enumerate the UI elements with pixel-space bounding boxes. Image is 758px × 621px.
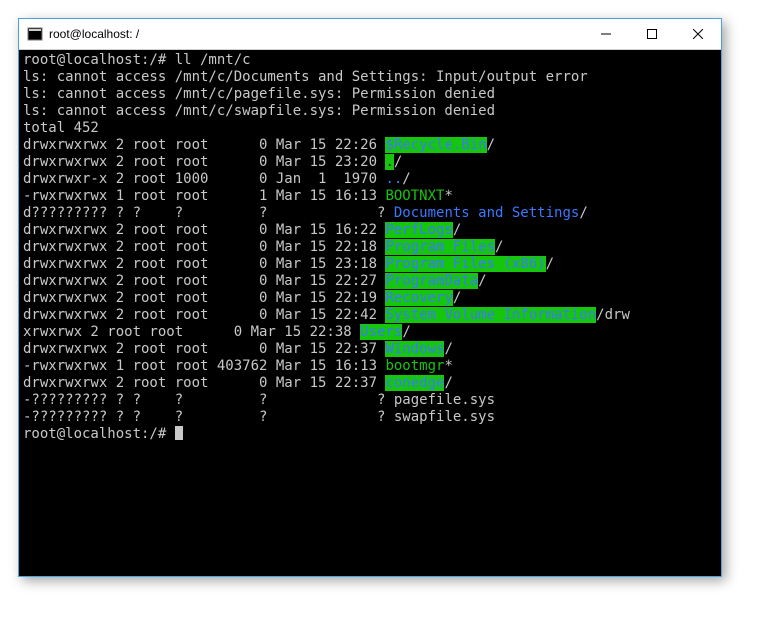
listing-row: d????????? ? ? ? ? ? Documents and Setti…	[23, 205, 717, 222]
prompt-line: root@localhost:/# ll /mnt/c	[23, 52, 717, 69]
close-button[interactable]	[675, 19, 721, 49]
listing-row: drwxrwxrwx 2 root root 0 Mar 15 23:20 ./	[23, 154, 717, 171]
listing-row: -????????? ? ? ? ? ? pagefile.sys	[23, 392, 717, 409]
terminal-body[interactable]: root@localhost:/# ll /mnt/cls: cannot ac…	[19, 50, 721, 576]
listing-row: drwxrwxrwx 2 root root 0 Mar 15 22:37 co…	[23, 375, 717, 392]
listing-row: -????????? ? ? ? ? ? swapfile.sys	[23, 409, 717, 426]
total-line: total 452	[23, 120, 717, 137]
listing-row: drwxrwxrwx 2 root root 0 Mar 15 22:19 Re…	[23, 290, 717, 307]
minimize-button[interactable]	[583, 19, 629, 49]
listing-row: drwxrwxrwx 2 root root 0 Mar 15 16:22 Pe…	[23, 222, 717, 239]
cursor	[175, 426, 183, 440]
error-line: ls: cannot access /mnt/c/swapfile.sys: P…	[23, 103, 717, 120]
maximize-button[interactable]	[629, 19, 675, 49]
titlebar[interactable]: root@localhost: /	[19, 19, 721, 50]
listing-row: drwxrwxrwx 2 root root 0 Mar 15 23:18 Pr…	[23, 256, 717, 273]
listing-row: drwxrwxrwx 2 root root 0 Mar 15 22:18 Pr…	[23, 239, 717, 256]
prompt-line: root@localhost:/#	[23, 426, 717, 443]
terminal-window: root@localhost: / root@localhost:/# ll /…	[18, 18, 722, 577]
listing-row: xrwxrwx 2 root root 0 Mar 15 22:38 Users…	[23, 324, 717, 341]
listing-row: drwxrwxrwx 2 root root 0 Mar 15 22:27 Pr…	[23, 273, 717, 290]
error-line: ls: cannot access /mnt/c/Documents and S…	[23, 69, 717, 86]
listing-row: drwxrwxrwx 2 root root 0 Mar 15 22:26 $R…	[23, 137, 717, 154]
window-title: root@localhost: /	[49, 27, 139, 41]
listing-row: -rwxrwxrwx 1 root root 403762 Mar 15 16:…	[23, 358, 717, 375]
app-icon	[27, 26, 43, 42]
listing-row: -rwxrwxrwx 1 root root 1 Mar 15 16:13 BO…	[23, 188, 717, 205]
error-line: ls: cannot access /mnt/c/pagefile.sys: P…	[23, 86, 717, 103]
listing-row: drwxrwxrwx 2 root root 0 Mar 15 22:42 Sy…	[23, 307, 717, 324]
listing-row: drwxrwxrwx 2 root root 0 Mar 15 22:37 Wi…	[23, 341, 717, 358]
listing-row: drwxrwxr-x 2 root 1000 0 Jan 1 1970 ../	[23, 171, 717, 188]
